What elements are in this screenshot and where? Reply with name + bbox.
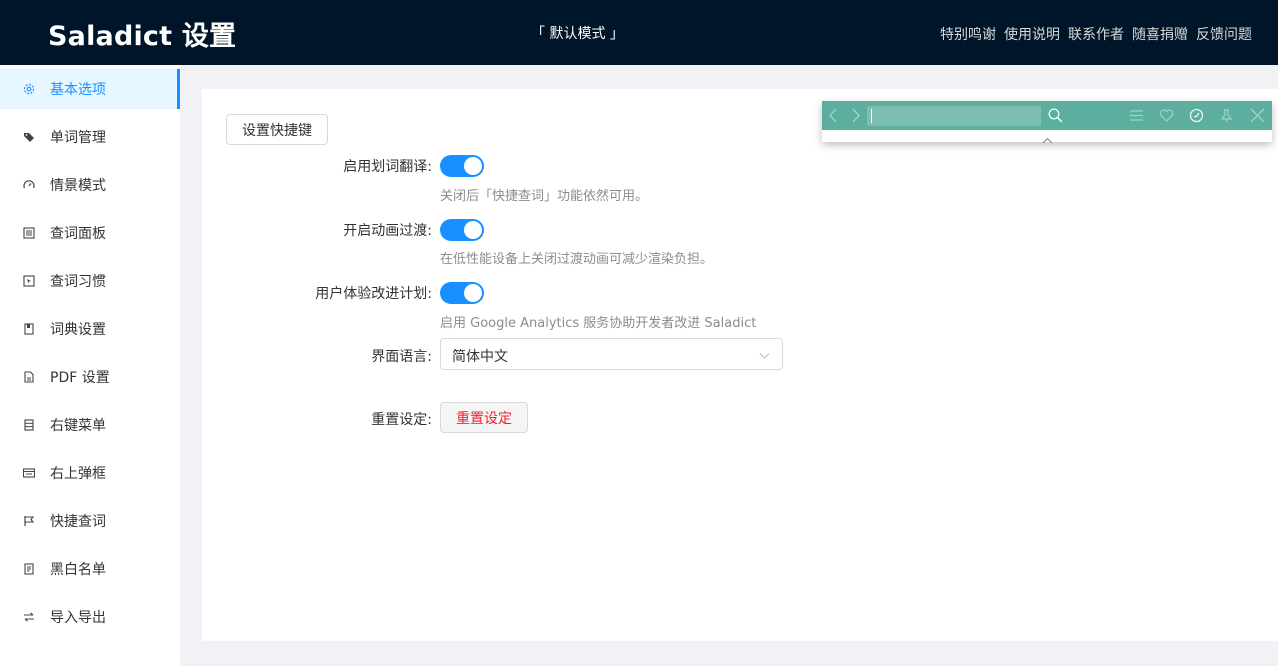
header-links: 特别鸣谢 使用说明 联系作者 随喜捐赠 反馈问题 bbox=[940, 24, 1252, 44]
back-icon[interactable] bbox=[827, 108, 839, 127]
file-icon bbox=[23, 371, 35, 383]
sidebar-item-blackwhite-list[interactable]: 黑白名单 bbox=[0, 549, 180, 589]
animation-label: 开启动画过渡: bbox=[343, 223, 432, 239]
sidebar-item-label: 右键菜单 bbox=[50, 418, 106, 434]
sidebar-item-context-menu[interactable]: 右键菜单 bbox=[0, 405, 180, 445]
window-icon bbox=[23, 467, 35, 479]
chevron-up-icon[interactable] bbox=[1042, 132, 1053, 148]
analytics-label: 用户体验改进计划: bbox=[315, 286, 432, 302]
link-feedback[interactable]: 反馈问题 bbox=[1196, 24, 1252, 44]
sidebar-item-quick-search[interactable]: 快捷查词 bbox=[0, 501, 180, 541]
mode-indicator[interactable]: 「 默认模式 」 bbox=[531, 23, 624, 43]
pin-icon[interactable] bbox=[1219, 108, 1234, 127]
analytics-switch[interactable] bbox=[440, 282, 484, 304]
sidebar-item-label: 词典设置 bbox=[50, 322, 106, 338]
history-icon[interactable] bbox=[1189, 108, 1204, 127]
sidebar-item-popup[interactable]: 右上弹框 bbox=[0, 453, 180, 493]
sidebar-menu: 基本选项 单词管理 情景模式 查词面板 查词习惯 词典设置 PDF 设置 右键菜… bbox=[0, 65, 180, 666]
dict-panel-preview bbox=[822, 101, 1272, 144]
sidebar-item-label: 黑白名单 bbox=[50, 562, 106, 578]
menu-icon[interactable] bbox=[1129, 108, 1144, 127]
close-icon[interactable] bbox=[1250, 108, 1265, 127]
chevron-down-icon bbox=[759, 349, 770, 365]
app-title: Saladict 设置 bbox=[48, 21, 237, 52]
flag-icon bbox=[23, 515, 35, 527]
sidebar-item-label: 快捷查词 bbox=[50, 514, 106, 530]
switch-knob bbox=[464, 157, 482, 175]
sidebar-item-search-habits[interactable]: 查词习惯 bbox=[0, 261, 180, 301]
reset-settings-button[interactable]: 重置设定 bbox=[440, 402, 528, 433]
text-cursor bbox=[871, 109, 872, 123]
animation-help: 在低性能设备上关闭过渡动画可减少渲染负担。 bbox=[440, 252, 714, 267]
switch-knob bbox=[464, 284, 482, 302]
tag-icon bbox=[23, 131, 35, 143]
switch-knob bbox=[464, 221, 482, 239]
sidebar-item-label: 导入导出 bbox=[50, 610, 106, 626]
list-icon bbox=[23, 227, 35, 239]
link-donate[interactable]: 随喜捐赠 bbox=[1132, 24, 1188, 44]
dashboard-icon bbox=[23, 179, 35, 191]
selection-translation-help: 关闭后「快捷查词」功能依然可用。 bbox=[440, 189, 649, 204]
sidebar-item-label: 右上弹框 bbox=[50, 466, 106, 482]
sidebar-item-label: 情景模式 bbox=[50, 178, 106, 194]
dict-panel-search-input[interactable] bbox=[867, 106, 1041, 126]
language-label: 界面语言: bbox=[371, 349, 432, 365]
sidebar-item-words[interactable]: 单词管理 bbox=[0, 117, 180, 157]
gear-icon bbox=[23, 83, 35, 95]
sidebar-item-dictionaries[interactable]: 词典设置 bbox=[0, 309, 180, 349]
language-select-value: 简体中文 bbox=[452, 349, 508, 365]
forward-icon[interactable] bbox=[850, 108, 862, 127]
sidebar-item-import-export[interactable]: 导入导出 bbox=[0, 597, 180, 637]
sidebar-item-label: 查词习惯 bbox=[50, 274, 106, 290]
language-select[interactable]: 简体中文 bbox=[440, 338, 783, 370]
select-icon bbox=[23, 275, 35, 287]
search-icon[interactable] bbox=[1048, 108, 1063, 127]
link-acknowledgement[interactable]: 特别鸣谢 bbox=[940, 24, 996, 44]
app-header: Saladict 设置 「 默认模式 」 特别鸣谢 使用说明 联系作者 随喜捐赠… bbox=[0, 0, 1278, 65]
filelist-icon bbox=[23, 563, 35, 575]
sidebar-item-label: 单词管理 bbox=[50, 130, 106, 146]
animation-switch[interactable] bbox=[440, 219, 484, 241]
link-contact-author[interactable]: 联系作者 bbox=[1068, 24, 1124, 44]
sidebar-item-general[interactable]: 基本选项 bbox=[0, 69, 180, 109]
reset-label: 重置设定: bbox=[371, 412, 432, 428]
set-shortcut-button[interactable]: 设置快捷键 bbox=[226, 114, 328, 145]
dict-panel-menubar bbox=[822, 101, 1272, 130]
swap-icon bbox=[23, 611, 35, 623]
selection-translation-switch[interactable] bbox=[440, 155, 484, 177]
sidebar-item-profiles[interactable]: 情景模式 bbox=[0, 165, 180, 205]
sidebar-item-label: 基本选项 bbox=[50, 82, 106, 98]
sidebar-item-label: PDF 设置 bbox=[50, 370, 110, 386]
menu-icon bbox=[23, 419, 35, 431]
book-icon bbox=[23, 323, 35, 335]
heart-icon[interactable] bbox=[1159, 108, 1174, 127]
sidebar-item-dict-panel[interactable]: 查词面板 bbox=[0, 213, 180, 253]
sidebar-item-label: 查词面板 bbox=[50, 226, 106, 242]
selection-translation-label: 启用划词翻译: bbox=[343, 159, 432, 175]
analytics-help: 启用 Google Analytics 服务协助开发者改进 Saladict bbox=[440, 316, 757, 331]
sidebar-item-pdf[interactable]: PDF 设置 bbox=[0, 357, 180, 397]
link-instructions[interactable]: 使用说明 bbox=[1004, 24, 1060, 44]
